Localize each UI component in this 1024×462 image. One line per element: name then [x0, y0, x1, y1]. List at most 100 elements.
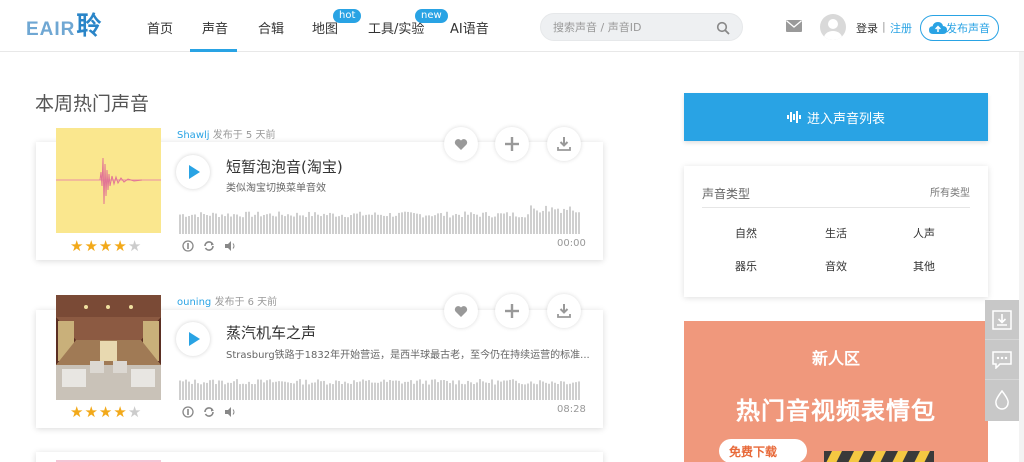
waveform-bar [344, 381, 346, 400]
sound-thumbnail[interactable] [56, 128, 161, 233]
waveform-bar [368, 380, 370, 400]
type-life[interactable]: 生活 [816, 225, 856, 241]
info-icon[interactable] [182, 240, 194, 252]
waveform-bar [449, 217, 451, 234]
all-types-link[interactable]: 所有类型 [930, 184, 970, 199]
waveform-bar [245, 384, 247, 400]
waveform-bar [467, 214, 469, 234]
waveform-bar [278, 381, 280, 400]
chat-icon [992, 350, 1012, 369]
waveform-bar [275, 216, 277, 234]
search-input[interactable] [553, 19, 713, 35]
sound-thumbnail[interactable] [56, 295, 161, 400]
waveform-bar [185, 379, 187, 400]
enter-sound-list-button[interactable]: 进入声音列表 [684, 93, 988, 141]
waveform-bar [263, 214, 265, 234]
type-sfx[interactable]: 音效 [816, 258, 856, 274]
logo-char: 聆 [76, 11, 102, 40]
like-button[interactable] [444, 294, 478, 328]
waveform-bar [500, 381, 502, 400]
waveform-bar [224, 384, 226, 400]
waveform-bar [350, 383, 352, 400]
waveform-bar [335, 216, 337, 234]
waveform-bar [335, 380, 337, 400]
avatar[interactable] [820, 14, 846, 40]
volume-icon[interactable] [224, 240, 236, 252]
promo-banner[interactable]: 新人区 热门音视频表情包 免费下载 [684, 321, 988, 462]
float-feedback-button[interactable] [985, 340, 1019, 380]
author-link[interactable]: ouning [177, 297, 211, 308]
waveform-bar [284, 381, 286, 400]
waveform-bar [365, 214, 367, 234]
volume-icon[interactable] [224, 406, 236, 418]
add-button[interactable] [495, 294, 529, 328]
type-other[interactable]: 其他 [904, 258, 944, 274]
sound-meta: Shawlj 发布于 5 天前 [177, 126, 275, 141]
waveform-bar [554, 209, 556, 234]
nav-collections[interactable]: 合辑 [258, 18, 284, 37]
waveform-bar [416, 213, 418, 234]
top-header: EAIR 聆 首页 声音 合辑 地图 hot 工具/实验 new AI语音 登录… [0, 0, 1024, 52]
drop-icon [995, 390, 1009, 410]
waveform[interactable] [179, 372, 583, 402]
rating-stars: ★★★★★ [70, 237, 143, 255]
play-button[interactable] [176, 322, 210, 356]
type-voice[interactable]: 人声 [904, 225, 944, 241]
type-nature[interactable]: 自然 [726, 225, 766, 241]
search-icon[interactable] [716, 21, 730, 35]
waveform-bar [320, 216, 322, 234]
waveform-bar [317, 214, 319, 234]
loop-icon[interactable] [203, 240, 215, 252]
waveform-bar [443, 215, 445, 234]
waveform-bar [464, 384, 466, 400]
nav-ai-voice[interactable]: AI语音 [450, 18, 489, 37]
sound-title[interactable]: 短暂泡泡音(淘宝) [226, 156, 343, 177]
waveform-bar [218, 380, 220, 400]
info-icon[interactable] [182, 406, 194, 418]
waveform-bar [287, 214, 289, 234]
waveform-bar [227, 382, 229, 400]
waveform-bar [299, 379, 301, 400]
free-download-button[interactable]: 免费下载 [719, 439, 807, 462]
nav-sounds[interactable]: 声音 [202, 18, 228, 37]
waveform-bar [215, 213, 217, 234]
register-link[interactable]: 注册 [890, 20, 912, 36]
duration: 08:28 [557, 404, 586, 415]
mail-icon[interactable] [786, 20, 802, 32]
login-link[interactable]: 登录 [856, 20, 878, 36]
float-theme-button[interactable] [985, 380, 1019, 420]
waveform-bar [206, 215, 208, 234]
add-button[interactable] [495, 127, 529, 161]
sound-title[interactable]: 蒸汽机车之声 [226, 322, 316, 343]
waveform-bar [440, 380, 442, 400]
type-instrument[interactable]: 器乐 [726, 258, 766, 274]
author-link[interactable]: Shawlj [177, 130, 210, 141]
waveform-bar [317, 379, 319, 400]
waveform-bar [278, 211, 280, 234]
nav-tools[interactable]: 工具/实验 [368, 18, 424, 37]
download-button[interactable] [547, 127, 581, 161]
waveform-bar [455, 384, 457, 400]
site-logo[interactable]: EAIR 聆 [26, 12, 101, 40]
scrollbar[interactable] [1019, 52, 1024, 462]
waveform-bar [293, 216, 295, 234]
user-icon [824, 19, 842, 40]
search-box[interactable] [540, 13, 743, 41]
publish-sound-button[interactable]: 发布声音 [920, 15, 999, 41]
login-separator: | [882, 20, 886, 33]
loop-icon[interactable] [203, 406, 215, 418]
waveform-bar [527, 214, 529, 234]
waveform-bar [275, 381, 277, 400]
waveform[interactable] [179, 204, 583, 234]
nav-home[interactable]: 首页 [147, 18, 173, 37]
play-button[interactable] [176, 155, 210, 189]
waveform-bar [248, 381, 250, 400]
waveform-bar [260, 379, 262, 400]
waveform-bar [200, 384, 202, 400]
waveform-bar [185, 216, 187, 234]
waveform-bar [560, 381, 562, 400]
like-button[interactable] [444, 127, 478, 161]
download-button[interactable] [547, 294, 581, 328]
float-download-button[interactable] [985, 300, 1019, 340]
waveform-bar [578, 212, 580, 234]
